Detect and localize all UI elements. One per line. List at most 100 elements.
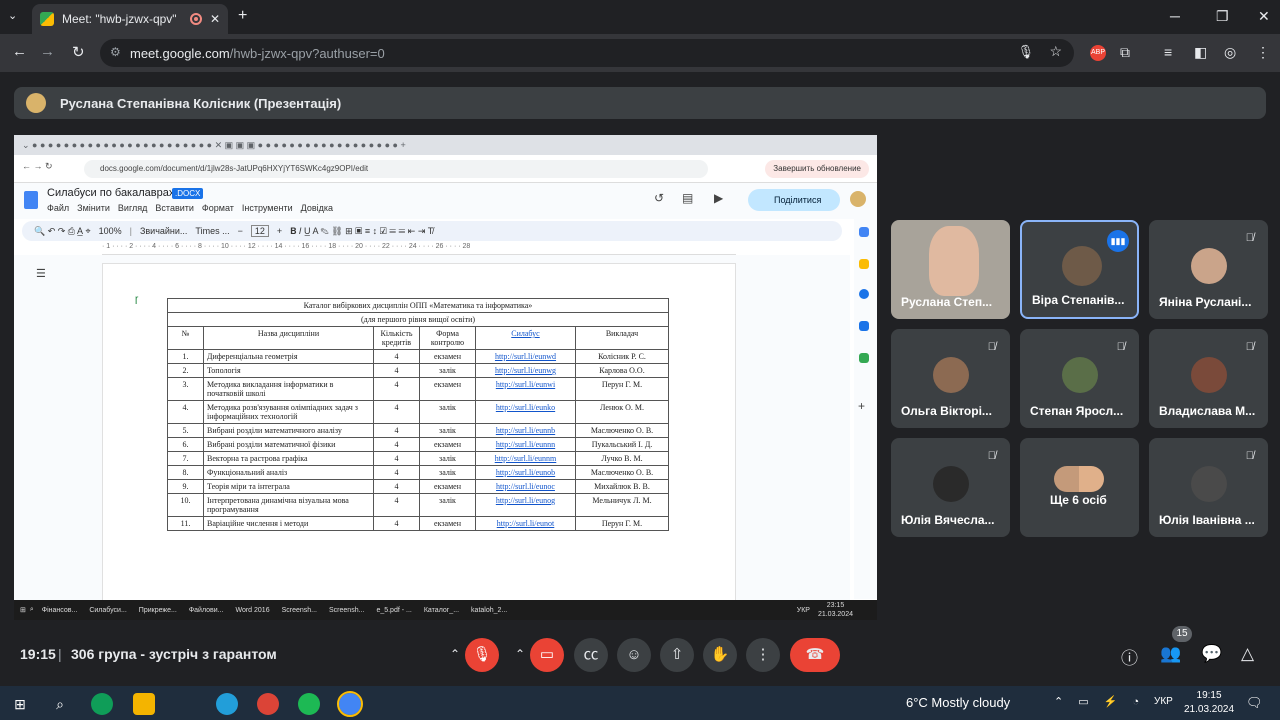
notifications-icon[interactable]: 🗨	[1246, 695, 1263, 711]
shared-start-icon: ⊞	[20, 607, 26, 614]
reload-icon[interactable]: ↻	[72, 43, 85, 61]
system-tray-icons[interactable]: ⌃ ▭ ⚡ ◔	[1054, 695, 1145, 708]
adblock-extension-icon[interactable]: ABP	[1090, 45, 1106, 61]
participant-tile[interactable]: 🎙̸ Владислава М...	[1149, 329, 1268, 428]
edge-icon[interactable]	[91, 693, 113, 715]
row-credits: 4	[373, 516, 420, 531]
participant-avatar	[1062, 357, 1098, 393]
row-syllabus: http://surl.li/eunog	[475, 493, 576, 517]
back-icon[interactable]: ←	[12, 43, 27, 60]
participant-tile[interactable]: Ще 6 осіб	[1020, 438, 1139, 537]
row-syllabus: http://surl.li/eunot	[475, 516, 576, 531]
row-teacher: Колісник Р. С.	[575, 349, 669, 364]
video-options-icon[interactable]: ⌃	[515, 647, 525, 661]
participant-tile[interactable]: 🎙̸ Юлія Вячесла...	[891, 438, 1010, 537]
chat-icon[interactable]: 💬	[1201, 644, 1222, 664]
table-row: 4. Методика розв'язування олімпіадних зад…	[167, 400, 669, 424]
row-teacher: Маслюченко О. В.	[575, 423, 669, 438]
row-syllabus: http://surl.li/eunob	[475, 465, 576, 480]
row-control: залік	[419, 423, 476, 438]
file-explorer-icon[interactable]	[133, 693, 155, 715]
row-credits: 4	[373, 479, 420, 494]
row-teacher: Перун Г. М.	[575, 516, 669, 531]
menu-tools: Інструменти	[241, 203, 293, 213]
url-input[interactable]: ⚙ meet.google.com/hwb-jzwx-qpv?authuser=…	[100, 39, 1074, 67]
mic-muted-icon: 🎙̸	[1116, 341, 1125, 353]
site-info-icon[interactable]: ⚙	[110, 45, 121, 59]
row-teacher: Мельничук Л. М.	[575, 493, 669, 517]
participant-tile[interactable]: 🎙̸ Степан Яросл...	[1020, 329, 1139, 428]
leave-call-button[interactable]: ☎	[790, 638, 840, 672]
row-teacher: Пукальський І. Д.	[575, 437, 669, 452]
close-tab-icon[interactable]: ✕	[210, 12, 220, 26]
meet-icon: ▶	[714, 191, 724, 205]
mic-off-button[interactable]: 🎙	[465, 638, 499, 672]
telegram-icon[interactable]	[216, 693, 238, 715]
spotify-icon[interactable]	[298, 693, 320, 715]
menu-icon[interactable]: ⋮	[1256, 44, 1270, 61]
row-name: Варіаційне числення і методи	[203, 516, 374, 531]
weather-widget[interactable]: 6°C Mostly cloudy	[906, 695, 1010, 710]
maps-icon	[859, 353, 869, 363]
participant-tile[interactable]: Руслана Степ...	[891, 220, 1010, 319]
new-tab-button[interactable]: +	[238, 7, 247, 25]
opera-icon[interactable]	[257, 693, 279, 715]
shared-taskbar-item: Силабуси...	[89, 606, 127, 614]
row-teacher: Карлова О.О.	[575, 363, 669, 378]
participant-tile[interactable]: 🎙̸ Юлія Іванівна ...	[1149, 438, 1268, 537]
meeting-title: 306 група - зустріч з гарантом	[71, 646, 277, 662]
windows-start-icon[interactable]: ⊞	[9, 693, 31, 715]
meet-controls-bar: 19:15 | 306 група - зустріч з гарантом ⌃…	[0, 626, 1280, 686]
extensions-icon[interactable]: ⧉	[1120, 44, 1130, 61]
participant-tile[interactable]: 🎙̸ Ольга Вікторі...	[891, 329, 1010, 428]
captions-button[interactable]: ㏄	[574, 638, 608, 672]
side-panel-icon[interactable]: ◧	[1194, 44, 1207, 61]
tasks-icon	[859, 289, 869, 299]
table-row: 10. Інтерпретована динамічна візуальна мо…	[167, 493, 669, 517]
activities-icon[interactable]: △	[1241, 644, 1254, 664]
present-button[interactable]: ⇧	[660, 638, 694, 672]
shared-update-button: Завершить обновление	[765, 160, 869, 178]
docs-header: Силабуси по бакалаврах .DOCX Файл Змінит…	[14, 183, 877, 219]
media-controls-icon[interactable]: ≡	[1164, 44, 1172, 60]
participant-count-badge: 15	[1172, 626, 1192, 642]
docs-ruler: · 1 · · · · 2 · · · · 4 · · · · 6 · · · …	[102, 243, 736, 255]
forward-icon[interactable]: →	[40, 43, 55, 60]
col-name: Назва дисципліни	[203, 326, 374, 350]
audio-options-icon[interactable]: ⌃	[450, 647, 460, 661]
microphone-icon[interactable]: 🎙	[1017, 44, 1034, 60]
meeting-info-icon[interactable]: ⓘ	[1121, 644, 1138, 669]
keyboard-language[interactable]: УКР	[1154, 696, 1173, 707]
participant-tile[interactable]: 🎙̸ Яніна Руслані...	[1149, 220, 1268, 319]
chrome-icon[interactable]	[337, 691, 363, 717]
close-window-icon[interactable]: ✕	[1258, 8, 1270, 25]
more-options-button[interactable]: ⋮	[746, 638, 780, 672]
docs-menu-bar: Файл Змінити Вигляд Вставити Формат Інст…	[47, 203, 333, 213]
minimize-icon[interactable]: ─	[1170, 8, 1180, 24]
emoji-button[interactable]: ☺	[617, 638, 651, 672]
menu-file: Файл	[47, 203, 70, 213]
row-credits: 4	[373, 465, 420, 480]
font-select: Times ...	[195, 226, 230, 236]
presenter-label: Руслана Степанівна Колісник (Презентація…	[60, 95, 342, 111]
camera-off-button[interactable]: ▭	[530, 638, 564, 672]
mic-muted-icon: 🎙̸	[987, 341, 996, 353]
raise-hand-button[interactable]: ✋	[703, 638, 737, 672]
participant-tile[interactable]: ▮▮▮ Віра Степанів...	[1020, 220, 1139, 319]
people-icon[interactable]: 👥	[1160, 644, 1181, 664]
docs-tool-icons: 🔍 ↶ ↷ ⎙ A̲ ⌖	[34, 225, 91, 236]
row-teacher: Михайлюк В. В.	[575, 479, 669, 494]
tab-meet[interactable]: Meet: "hwb-jzwx-qpv" ✕	[32, 4, 228, 34]
docs-canvas: ☰ ɼ Каталог вибіркових дисциплін ОПП «Ма…	[14, 255, 850, 613]
maximize-icon[interactable]: ❐	[1216, 8, 1229, 25]
calendar-icon	[859, 227, 869, 237]
row-control: залік	[419, 493, 476, 517]
col-syllabus: Силабус	[475, 326, 576, 350]
profile-icon[interactable]: ◎	[1224, 44, 1236, 61]
row-credits: 4	[373, 349, 420, 364]
bookmark-star-icon[interactable]: ☆	[1049, 43, 1062, 60]
windows-search-icon[interactable]: ⌕	[49, 693, 71, 715]
tab-search-icon[interactable]: ⌄	[8, 9, 17, 22]
windows-clock[interactable]: 19:15 21.03.2024	[1184, 689, 1234, 717]
presenter-bar: Руслана Степанівна Колісник (Презентація…	[14, 87, 1266, 119]
